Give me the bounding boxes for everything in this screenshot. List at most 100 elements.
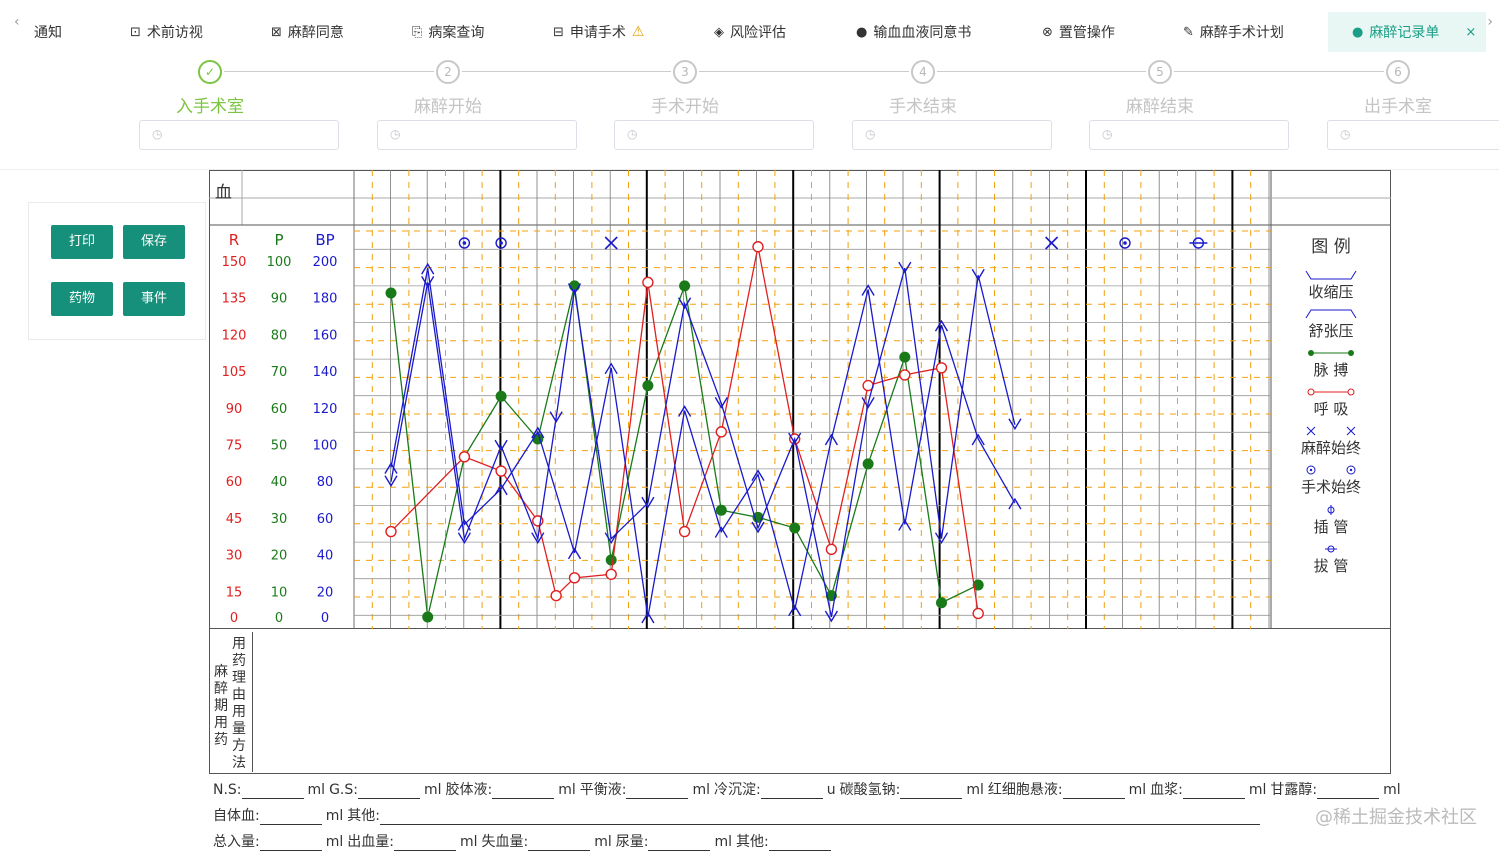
tab-item[interactable]: ⊡ 术前访视 [130,12,203,52]
tab-label: 置管操作 [1058,25,1115,41]
legend-label: 麻醉始终 [1301,439,1361,457]
fluid-input[interactable] [1062,785,1125,799]
step-time-input[interactable]: ◷ [1089,120,1289,150]
fluid-input[interactable] [900,785,963,799]
fluid-unit: ml [1128,782,1147,798]
tab-label: 术前访视 [146,25,203,41]
fluid-input[interactable] [259,811,322,825]
fluid-label: 其他: [347,808,380,824]
axis-tick-label: 60 [317,512,334,527]
step-time-input[interactable]: ◷ [852,120,1052,150]
step-indicator: 6 [1386,60,1410,84]
tab-bar: ‹ 通知 ⊡ 术前访视 ⊠ 麻醉同意 ⎘ 病案查询 ⊟ 申请手术 ⚠ ◈ 风险评估 ● 输血血液同意书 ⊗ 置… [0,0,1499,52]
fluid-label: 失血量: [481,834,529,850]
pulse-point [862,458,874,470]
tab-item[interactable]: ◈ 风险评估 [714,12,786,52]
step-connector [224,71,434,72]
fluid-label: G.S: [329,782,358,798]
fluid-input[interactable] [626,785,689,799]
close-icon[interactable]: × [1465,25,1476,40]
record-icon: ● [1352,24,1364,40]
axis-tick-label: 80 [317,475,334,490]
axis-tick-label: 80 [271,328,288,343]
step-indicator: ✓ [198,60,222,84]
fluid-input[interactable] [492,785,555,799]
tab-label: 通知 [34,25,62,41]
legend-symbol-anesthesia [1306,426,1316,436]
axis-tick-label: 60 [271,402,288,417]
axis-tick-label: 40 [317,549,334,564]
axis-tick-label: 120 [313,402,338,417]
fluid-input[interactable] [528,837,591,851]
drug-sub-label: 用药理由用量方法 [232,636,246,771]
tab-item[interactable]: ⊠ 麻醉同意 [271,12,344,52]
fluid-label: 胶体液: [445,782,493,798]
legend-symbol-surgery-dot [1349,468,1353,472]
save-button[interactable]: 保存 [123,225,185,259]
axis-header-r: R [229,231,239,249]
tab-item[interactable]: ✎ 麻醉手术计划 [1183,12,1284,52]
folder-icon: ⎘ [412,24,423,40]
tab-anesthesia-record[interactable]: ● 麻醉记录单 × [1328,12,1487,52]
drug-entry-area[interactable] [252,628,1390,773]
tab-item[interactable]: ⊗ 置管操作 [1042,12,1115,52]
legend-symbol-resp-dot [1307,388,1315,396]
drug-button[interactable]: 药物 [51,282,113,316]
scroll-left-icon[interactable]: ‹ [14,14,20,30]
legend-label: 呼 吸 [1314,400,1349,418]
event-button[interactable]: 事件 [123,282,185,316]
step-time-input[interactable]: ◷ [139,120,339,150]
legend-label: 舒张压 [1308,322,1353,340]
fluid-label: 自体血: [213,808,260,824]
fluid-input[interactable] [393,837,456,851]
axis-tick-label: 15 [226,585,243,600]
resp-point [495,465,507,477]
step-time-input[interactable]: ◷ [377,120,577,150]
clock-icon: ◷ [865,127,876,141]
step-time-input[interactable]: ◷ [1327,120,1499,150]
step-indicator: 5 [1148,60,1172,84]
resp-point [752,241,764,253]
fluid-input[interactable] [1182,785,1245,799]
fluids-row-3: 总入量: ml 出血量: ml 失血量: ml 尿量: ml 其他: [213,831,831,851]
print-button[interactable]: 打印 [51,225,113,259]
step-title: 入手术室 [176,97,244,117]
fluid-input[interactable] [241,785,304,799]
fluid-input[interactable] [357,785,420,799]
fluid-input[interactable] [768,837,831,851]
fluid-input[interactable] [1317,785,1380,799]
fluid-label: 红细胞悬液: [987,782,1063,798]
axis-tick-label: 70 [271,365,288,380]
fluid-input[interactable] [648,837,711,851]
drop-icon: ● [856,24,868,40]
tab-label: 输血血液同意书 [873,25,972,41]
fluid-unit: ml [714,834,732,850]
legend-symbol-systolic [1305,270,1357,280]
tab-item[interactable]: ● 输血血液同意书 [856,12,971,52]
fluid-unit: ml [1248,782,1267,798]
surgery-marker-dot [1123,241,1127,245]
diamond-icon: ◈ [714,24,724,40]
resp-point [678,525,691,538]
tab-item[interactable]: ⊟ 申请手术 ⚠ [553,12,644,52]
fluid-unit: ml [423,782,442,798]
fluid-input[interactable] [760,785,823,799]
tab-label: 麻醉手术计划 [1199,25,1284,41]
tab-item[interactable]: 通知 [34,12,62,52]
step-title: 手术开始 [651,97,719,117]
axis-tick-label: 0 [230,611,238,626]
fluids-row-2: 自体血: ml 其他: [213,805,1260,825]
scan-icon: ⊠ [271,24,282,40]
tab-item[interactable]: ⎘ 病案查询 [412,12,484,52]
fluid-input[interactable] [259,837,322,851]
axis-tick-label: 100 [267,255,292,270]
resp-point [972,607,984,620]
step-time-input[interactable]: ◷ [614,120,814,150]
axis-tick-label: 180 [313,292,338,307]
vitals-chart[interactable]: R P BP150135120105907560453015010090807060… [209,170,1391,630]
gear-circle-icon: ⊗ [1042,24,1053,40]
fluid-label: 平衡液: [579,782,627,798]
legend-label: 收缩压 [1308,283,1353,301]
fluid-input[interactable] [379,811,1260,825]
scroll-right-icon[interactable]: › [1487,14,1493,30]
